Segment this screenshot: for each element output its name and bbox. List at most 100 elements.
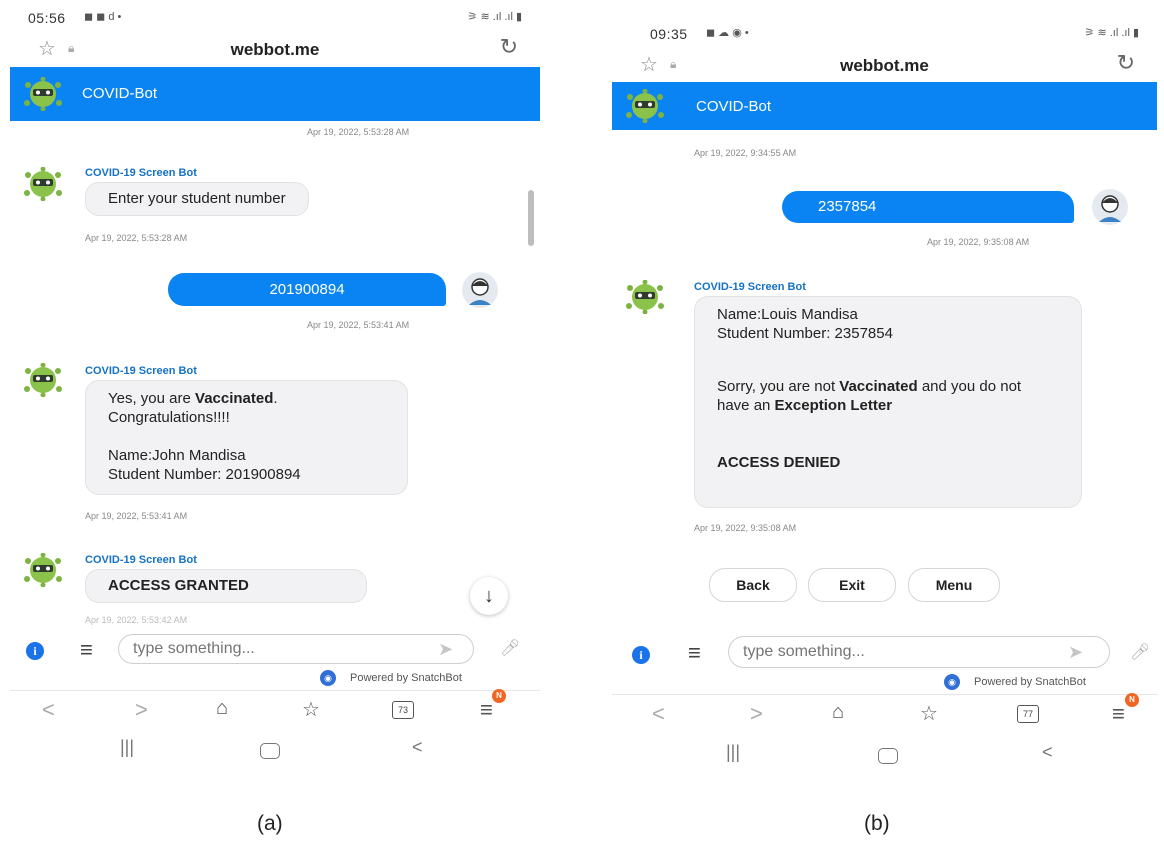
signal-icons: ⚞ ≋ .ıl .ıl ▮ (467, 11, 522, 23)
powered-by-label: ◉ Powered by SnatchBot (320, 670, 462, 686)
message-timestamp: Apr 19, 2022, 5:53:42 AM (85, 615, 188, 625)
bot-header: COVID-Bot (10, 67, 540, 121)
system-back-icon[interactable]: < (1042, 742, 1053, 763)
bookmarks-icon[interactable]: ☆ (920, 701, 938, 726)
recent-apps-icon[interactable]: ||| (726, 742, 740, 763)
bot-message-text: Enter your student number (108, 190, 286, 207)
scroll-down-arrow-icon[interactable]: ↓ (470, 577, 508, 615)
phone-screenshot-b: 09:35 ◼ ☁ ◉ • ⚞ ≋ .ıl .ıl ▮ ☆ 🔒︎ webbot.… (612, 0, 1157, 790)
bot-avatar-virus-icon (624, 280, 666, 314)
bot-avatar-virus-icon (22, 167, 64, 201)
student-name-line: Name:Louis Mandisa (717, 306, 858, 323)
message-timestamp: Apr 19, 2022, 5:53:41 AM (85, 511, 188, 521)
notification-icons: ◼ ☁ ◉ • (706, 27, 749, 39)
quick-reply-back-button[interactable]: Back (709, 568, 797, 602)
signal-icons: ⚞ ≋ .ıl .ıl ▮ (1084, 27, 1139, 39)
message-timestamp: Apr 19, 2022, 5:53:28 AM (307, 127, 410, 137)
chat-input-row: i ≡ ➤ 🎤︎ (612, 634, 1157, 674)
back-arrow-icon[interactable]: < (42, 697, 55, 723)
bot-name-label: COVID-19 Screen Bot (694, 281, 806, 293)
chat-area[interactable]: Apr 19, 2022, 9:34:55 AM 2357854 Apr 19,… (612, 130, 1157, 630)
browser-url-bar: ☆ 🔒︎ webbot.me ↻ (10, 34, 540, 64)
send-icon[interactable]: ➤ (1068, 642, 1083, 663)
system-home-icon[interactable] (878, 748, 898, 764)
status-time: 09:35 (650, 26, 688, 42)
bot-avatar-virus-icon (22, 553, 64, 587)
scrollbar-thumb[interactable] (528, 190, 534, 246)
send-icon[interactable]: ➤ (438, 639, 453, 660)
message-input[interactable] (728, 636, 1110, 668)
home-icon[interactable]: ⌂ (216, 697, 228, 720)
back-arrow-icon[interactable]: < (652, 701, 665, 727)
browser-nav-bar: < > ⌂ ☆ 73 ≡ N (10, 689, 540, 733)
chat-input-row: i ≡ ➤ 🎤︎ (10, 632, 540, 672)
user-message-bubble: 2357854 (782, 191, 1074, 223)
message-timestamp: Apr 19, 2022, 9:35:08 AM (927, 237, 1030, 247)
phone-screenshot-a: 05:56 ◼ ◼ d • ⚞ ≋ .ıl .ıl ▮ ☆ 🔒︎ webbot.… (10, 0, 540, 790)
powered-by-label: ◉ Powered by SnatchBot (944, 674, 1086, 690)
status-bar: 05:56 ◼ ◼ d • ⚞ ≋ .ıl .ıl ▮ (28, 8, 522, 30)
info-icon[interactable]: i (26, 642, 44, 660)
forward-arrow-icon[interactable]: > (135, 697, 148, 723)
access-granted-text: ACCESS GRANTED (108, 577, 249, 594)
user-avatar-icon (1092, 189, 1128, 225)
browser-menu-icon[interactable]: ≡ (1112, 701, 1125, 727)
bot-avatar-virus-icon (22, 77, 64, 111)
message-input[interactable] (118, 634, 474, 664)
user-message-text: 2357854 (818, 198, 877, 215)
forward-arrow-icon[interactable]: > (750, 701, 763, 727)
status-bar: 09:35 ◼ ☁ ◉ • ⚞ ≋ .ıl .ıl ▮ (650, 24, 1139, 46)
system-home-icon[interactable] (260, 743, 280, 759)
bot-header-title: COVID-Bot (82, 85, 158, 102)
student-number-line: Student Number: 2357854 (717, 325, 893, 342)
message-timestamp: Apr 19, 2022, 9:35:08 AM (694, 523, 797, 533)
notification-icons: ◼ ◼ d • (84, 11, 122, 23)
not-vaccinated-text: Sorry, you are not Vaccinated and you do… (717, 378, 1022, 414)
congratulations-line: Congratulations!!!! (108, 409, 230, 426)
student-number-line: Student Number: 201900894 (108, 466, 301, 483)
menu-hamburger-icon[interactable]: ≡ (688, 640, 701, 666)
system-nav-bar: ||| < (10, 735, 540, 765)
message-timestamp: Apr 19, 2022, 5:53:28 AM (85, 233, 188, 243)
user-message-bubble: 201900894 (168, 273, 446, 306)
status-time: 05:56 (28, 10, 66, 26)
quick-reply-exit-button[interactable]: Exit (808, 568, 896, 602)
quick-reply-menu-button[interactable]: Menu (908, 568, 1000, 602)
reload-icon[interactable]: ↻ (500, 34, 518, 60)
recent-apps-icon[interactable]: ||| (120, 737, 134, 758)
student-name-line: Name:John Mandisa (108, 447, 246, 464)
bot-name-label: COVID-19 Screen Bot (85, 365, 197, 377)
browser-nav-bar: < > ⌂ ☆ 77 ≡ N (612, 693, 1157, 737)
snatchbot-logo-icon: ◉ (320, 670, 336, 686)
chat-area[interactable]: Apr 19, 2022, 5:53:28 AM COVID-19 Screen… (10, 121, 540, 626)
bot-header-title: COVID-Bot (696, 98, 772, 115)
url-domain[interactable]: webbot.me (612, 56, 1157, 76)
url-domain[interactable]: webbot.me (10, 40, 540, 60)
vaccination-status-line: Yes, you are Vaccinated. (108, 390, 278, 407)
bot-message-bubble: ACCESS GRANTED (85, 569, 367, 603)
info-icon[interactable]: i (632, 646, 650, 664)
reload-icon[interactable]: ↻ (1117, 50, 1135, 76)
user-message-text: 201900894 (269, 281, 345, 298)
bookmarks-icon[interactable]: ☆ (302, 697, 320, 722)
figure-caption-a: (a) (257, 812, 283, 835)
bot-name-label: COVID-19 Screen Bot (85, 167, 197, 179)
notification-badge: N (1125, 693, 1139, 707)
bot-message-bubble: Yes, you are Vaccinated. Congratulations… (85, 380, 408, 495)
bot-name-label: COVID-19 Screen Bot (85, 554, 197, 566)
message-timestamp: Apr 19, 2022, 9:34:55 AM (694, 148, 797, 158)
menu-hamburger-icon[interactable]: ≡ (80, 637, 93, 663)
bot-header: COVID-Bot (612, 82, 1157, 130)
microphone-icon[interactable]: 🎤︎ (500, 638, 520, 658)
tabs-count-icon[interactable]: 77 (1017, 705, 1039, 723)
user-avatar-icon (462, 272, 498, 308)
home-icon[interactable]: ⌂ (832, 701, 844, 724)
figure-caption-b: (b) (864, 812, 890, 835)
system-back-icon[interactable]: < (412, 737, 423, 758)
tabs-count-icon[interactable]: 73 (392, 701, 414, 719)
browser-menu-icon[interactable]: ≡ (480, 697, 493, 723)
notification-badge: N (492, 689, 506, 703)
microphone-icon[interactable]: 🎤︎ (1130, 642, 1150, 662)
bot-avatar-virus-icon (22, 363, 64, 397)
system-nav-bar: ||| < (612, 740, 1157, 770)
